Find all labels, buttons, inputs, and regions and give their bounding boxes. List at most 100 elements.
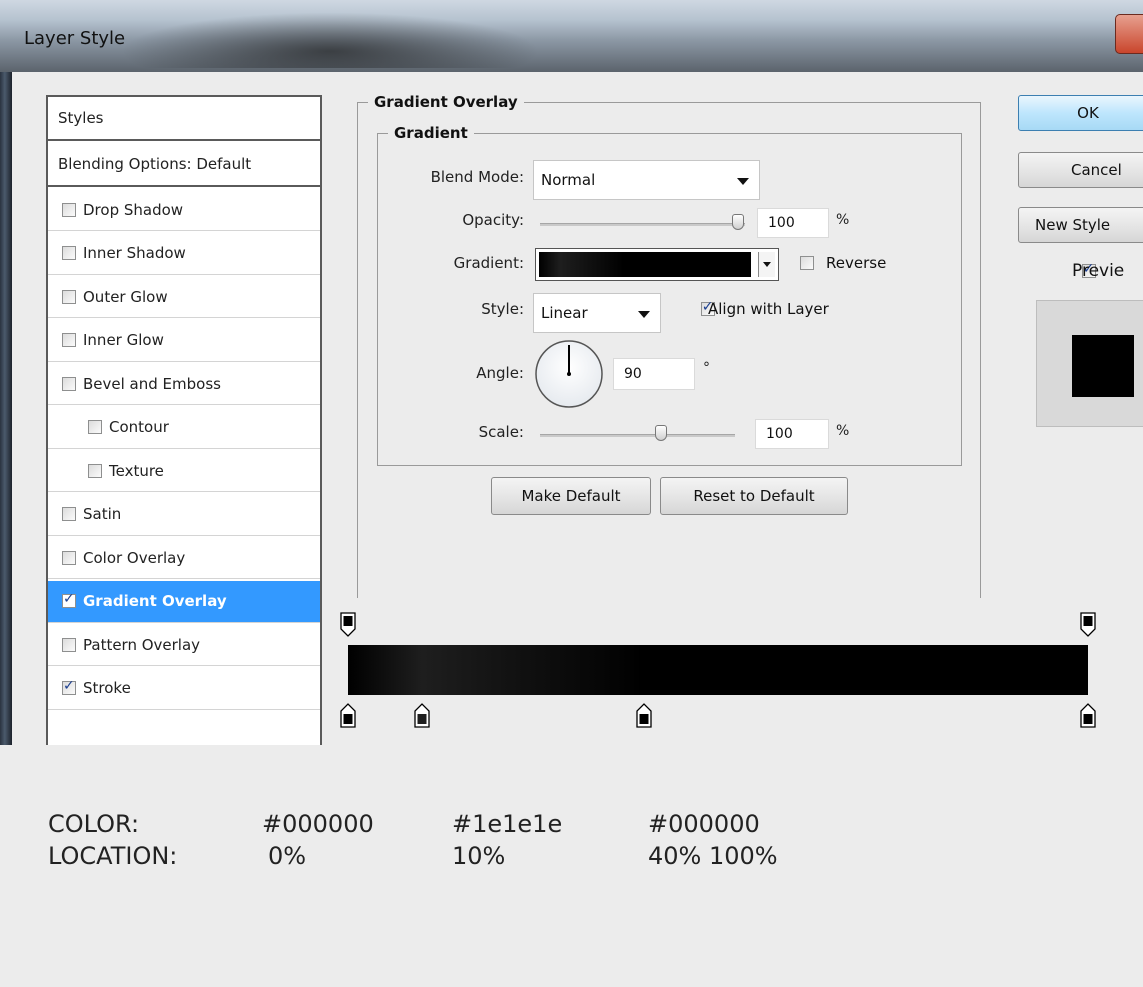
style-item-label: Contour: [109, 418, 169, 436]
color-value-3: #000000: [648, 810, 760, 838]
style-checkbox[interactable]: [62, 202, 76, 217]
style-checkbox[interactable]: [62, 333, 76, 347]
preview-label: Previe: [1072, 261, 1125, 281]
color-stop-marker-2[interactable]: [413, 702, 431, 728]
style-item-inner-glow[interactable]: Inner Glow: [48, 320, 320, 362]
style-item-label: Satin: [83, 505, 122, 523]
gradient-dropdown-button[interactable]: [758, 252, 775, 277]
color-value-1: #000000: [262, 810, 374, 838]
style-item-contour[interactable]: Contour: [48, 407, 320, 449]
reverse-label: Reverse: [826, 254, 887, 272]
style-select[interactable]: Linear: [533, 293, 661, 333]
color-value-2: #1e1e1e: [452, 810, 563, 838]
styles-list: Styles Blending Options: Default Drop Sh…: [46, 95, 322, 745]
style-item-texture[interactable]: Texture: [48, 450, 320, 492]
preview-thumbnail: [1036, 300, 1143, 427]
location-value-3: 40% 100%: [648, 842, 778, 870]
opacity-input[interactable]: 100: [757, 208, 829, 238]
style-checkbox[interactable]: [62, 637, 76, 652]
style-checkbox[interactable]: [88, 420, 102, 434]
style-item-label: Drop Shadow: [83, 200, 184, 219]
opacity-slider-thumb[interactable]: [732, 214, 744, 230]
location-value-1: 0%: [268, 842, 307, 870]
style-checkbox[interactable]: [62, 376, 76, 391]
chevron-down-icon: [737, 178, 749, 185]
style-item-label: Bevel and Emboss: [83, 374, 221, 393]
reverse-checkbox[interactable]: [800, 256, 814, 270]
style-checkbox[interactable]: [62, 507, 76, 521]
gradient-group-title: Gradient: [394, 124, 468, 142]
new-style-button[interactable]: New Style: [1018, 207, 1143, 243]
align-with-layer-label: Align with Layer: [708, 300, 829, 318]
location-value-2: 10%: [452, 842, 506, 870]
location-heading: LOCATION:: [48, 842, 178, 870]
style-value: Linear: [541, 304, 588, 322]
style-item-label: Stroke: [83, 679, 131, 697]
cancel-button[interactable]: Cancel: [1018, 152, 1143, 188]
style-item-label: Outer Glow: [83, 287, 168, 306]
style-item-gradient-overlay[interactable]: Gradient Overlay: [48, 580, 320, 623]
color-stop-marker-4[interactable]: [1079, 702, 1097, 728]
angle-input[interactable]: 90: [613, 358, 695, 390]
blend-mode-select[interactable]: Normal: [533, 160, 760, 200]
scale-input[interactable]: 100: [755, 419, 829, 449]
style-item-bevel-and-emboss[interactable]: Bevel and Emboss: [48, 363, 320, 405]
opacity-stop-marker[interactable]: [1079, 612, 1097, 638]
color-stop-marker-3[interactable]: [635, 702, 653, 728]
opacity-stop-marker[interactable]: [339, 612, 357, 638]
style-item-outer-glow[interactable]: Outer Glow: [48, 276, 320, 318]
color-stop-marker-1[interactable]: [339, 702, 357, 728]
angle-unit: °: [703, 360, 710, 376]
angle-label: Angle:: [476, 364, 524, 382]
opacity-unit: %: [836, 212, 850, 228]
scale-slider-track[interactable]: [540, 434, 735, 437]
make-default-button[interactable]: Make Default: [491, 477, 651, 515]
style-item-pattern-overlay[interactable]: Pattern Overlay: [48, 624, 320, 666]
style-checkbox[interactable]: [62, 289, 76, 304]
styles-header-label: Styles: [58, 109, 104, 127]
gradient-editor-bar[interactable]: [348, 645, 1088, 695]
style-item-label: Inner Shadow: [83, 244, 186, 262]
style-item-color-overlay[interactable]: Color Overlay: [48, 537, 320, 579]
gradient-overlay-title: Gradient Overlay: [374, 93, 518, 111]
style-item-satin[interactable]: Satin: [48, 494, 320, 536]
style-item-label: Gradient Overlay: [83, 592, 227, 610]
styles-header[interactable]: Styles: [48, 97, 320, 141]
title-bar-glow: [120, 12, 540, 68]
blending-options-label: Blending Options: Default: [58, 155, 252, 173]
style-checkbox[interactable]: [62, 591, 76, 608]
color-heading: COLOR:: [48, 810, 140, 838]
style-checkbox[interactable]: [88, 463, 102, 478]
angle-dial[interactable]: [534, 339, 604, 409]
style-item-label: Pattern Overlay: [83, 635, 201, 654]
window-border-left: [0, 72, 12, 745]
scale-unit: %: [836, 423, 850, 439]
blend-mode-value: Normal: [541, 171, 596, 189]
ok-button[interactable]: OK: [1018, 95, 1143, 131]
style-item-label: Texture: [109, 461, 164, 480]
style-item-label: Color Overlay: [83, 548, 186, 567]
gradient-label: Gradient:: [453, 254, 524, 272]
blend-mode-label: Blend Mode:: [430, 168, 524, 186]
opacity-slider-track[interactable]: [540, 223, 745, 226]
style-item-label: Inner Glow: [83, 331, 164, 349]
scale-label: Scale:: [478, 423, 524, 441]
style-checkbox[interactable]: [62, 550, 76, 565]
style-checkbox[interactable]: [62, 678, 76, 695]
title-bar[interactable]: Layer Style: [0, 0, 1143, 72]
scale-slider-thumb[interactable]: [655, 425, 667, 441]
gradient-picker[interactable]: [535, 248, 779, 281]
style-item-stroke[interactable]: Stroke: [48, 668, 320, 710]
close-button[interactable]: [1115, 14, 1143, 54]
style-item-inner-shadow[interactable]: Inner Shadow: [48, 233, 320, 275]
blending-options-item[interactable]: Blending Options: Default: [48, 143, 320, 187]
chevron-down-icon: [763, 262, 771, 267]
chevron-down-icon: [638, 311, 650, 318]
style-label: Style:: [481, 300, 524, 318]
style-checkbox[interactable]: [62, 246, 76, 260]
window-title: Layer Style: [24, 28, 126, 49]
reset-to-default-button[interactable]: Reset to Default: [660, 477, 848, 515]
gradient-swatch[interactable]: [539, 252, 751, 277]
preview-swatch: [1072, 335, 1134, 397]
style-item-drop-shadow[interactable]: Drop Shadow: [48, 189, 320, 231]
